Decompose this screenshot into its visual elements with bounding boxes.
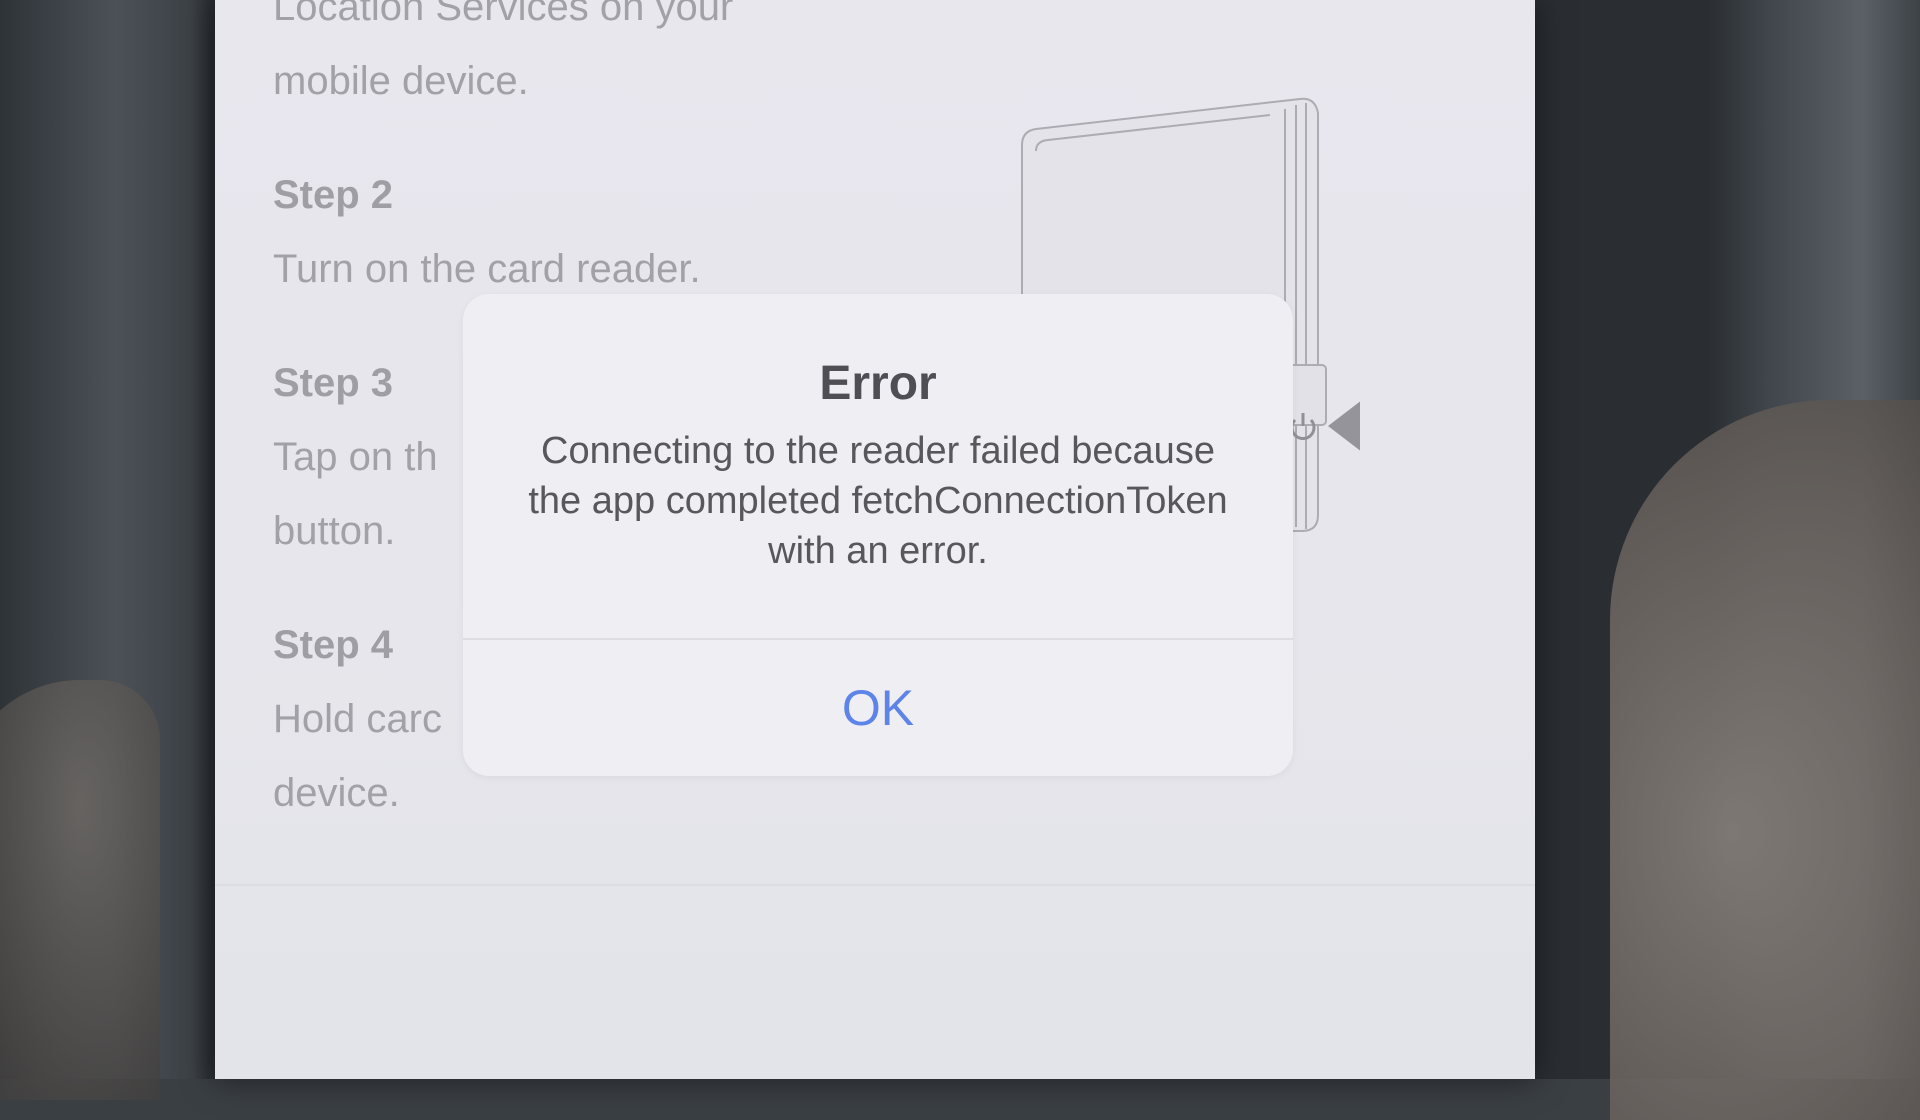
right-thumb (1610, 400, 1920, 1120)
device-screen: Location Services on your mobile device.… (215, 0, 1535, 1079)
alert-title: Error (819, 357, 937, 410)
error-alert: Error Connecting to the reader failed be… (463, 294, 1293, 776)
left-thumb (0, 680, 160, 1100)
alert-message: Connecting to the reader failed because … (528, 430, 1228, 572)
ok-button[interactable]: OK (463, 640, 1293, 776)
